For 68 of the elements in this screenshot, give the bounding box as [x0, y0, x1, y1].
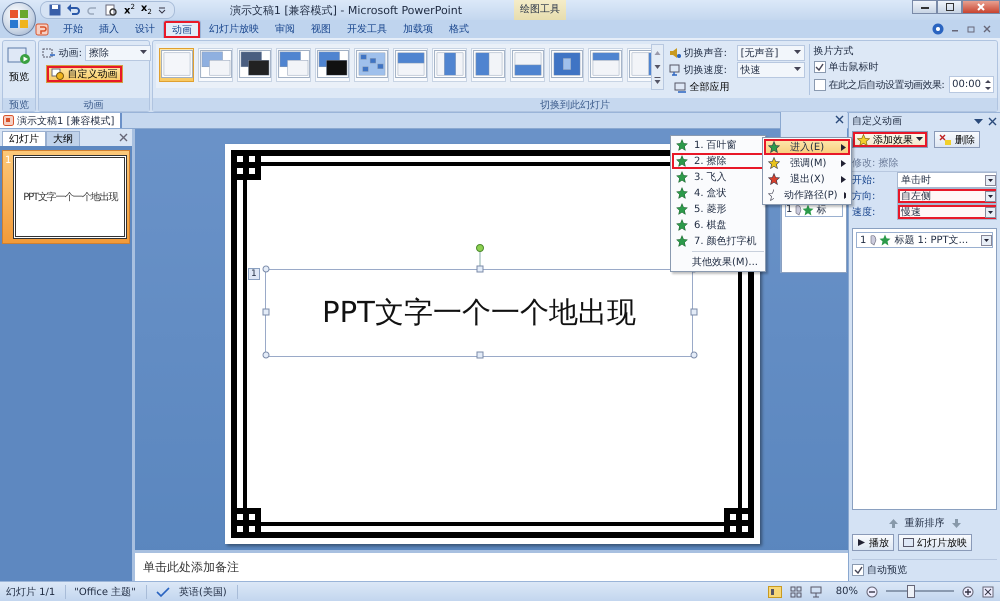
group-label: 切换到此幻灯片	[152, 98, 997, 111]
animation-order-tag: 1	[248, 268, 260, 280]
ribbon-tab[interactable]: 设计	[127, 20, 163, 38]
slide-show-button[interactable]: 幻灯片放映	[898, 534, 972, 551]
property-label: 方向:	[852, 190, 876, 203]
animation-list-item[interactable]: 1 标题 1: PPT文...	[856, 232, 993, 248]
language-indicator[interactable]: 英语(美国)	[178, 584, 238, 598]
menu-item[interactable]: 退出(X)	[764, 171, 850, 187]
property-label: 速度:	[852, 206, 876, 219]
ribbon-tab[interactable]: 开始	[55, 20, 91, 38]
ribbon-tab[interactable]: 幻灯片放映	[201, 20, 267, 38]
autopreview-checkbox[interactable]: 自动预览	[852, 559, 997, 577]
menu-item[interactable]: 5. 菱形	[672, 201, 764, 217]
group-label: 动画	[38, 98, 149, 111]
ribbon-tab[interactable]: 审阅	[267, 20, 303, 38]
menu-item[interactable]: 进入(E)	[764, 139, 850, 155]
advance-slide-heading: 换片方式	[814, 44, 854, 58]
apply-all-button[interactable]: 全部应用	[668, 79, 735, 95]
slide-title: PPT文字一个一个地出现	[322, 294, 636, 331]
add-effect-button[interactable]: 添加效果	[852, 131, 928, 148]
pane-tab[interactable]: 幻灯片	[2, 131, 46, 146]
menu-item[interactable]: 动作路径(P)	[764, 187, 850, 203]
menu-item[interactable]: 强调(M)	[764, 155, 850, 171]
notes-field[interactable]: 单击此处添加备注	[135, 550, 848, 581]
ribbon-tab[interactable]: 视图	[303, 20, 339, 38]
reorder-label: 重新排序	[904, 516, 944, 530]
group-label: 预览	[3, 98, 35, 111]
speed-dropdown[interactable]: 快速	[736, 62, 805, 78]
auto-advance-checkbox[interactable]: 在此之后自动设置动画效果:	[814, 78, 944, 92]
superscript-button[interactable]: x$^{2}$	[124, 4, 135, 16]
subscript-button[interactable]: x$_{2}$	[140, 4, 152, 16]
theme-name: "Office 主题"	[74, 584, 147, 598]
play-button[interactable]: 播放	[852, 534, 894, 551]
animation-dropdown[interactable]: 擦除	[84, 44, 151, 60]
sound-dropdown[interactable]: [无声音]	[736, 44, 805, 60]
window-title: 演示文稿1 [兼容模式] - Microsoft PowerPoint	[230, 2, 462, 18]
speed-label: 切换速度:	[684, 64, 728, 76]
animation-label: 动画:	[58, 46, 82, 60]
pane-tab[interactable]: 大纲	[46, 131, 80, 146]
menu-item[interactable]: 3. 飞入	[672, 169, 764, 185]
ribbon-tab[interactable]: 动画	[163, 20, 201, 38]
menu-item[interactable]: 其他效果(M)...	[672, 254, 764, 270]
menu-item[interactable]: 7. 颜色打字机	[672, 233, 764, 249]
menu-item[interactable]: 1. 百叶窗	[672, 137, 764, 153]
slide-counter: 幻灯片 1/1	[6, 584, 66, 598]
ribbon-tab[interactable]: 插入	[91, 20, 127, 38]
document-tab[interactable]: 演示文稿1 [兼容模式]	[0, 113, 122, 128]
preview-button[interactable]: 预览	[6, 44, 32, 86]
context-tab-label: 绘图工具	[514, 0, 566, 20]
time-spinner[interactable]: 00:00	[949, 76, 994, 93]
property-label: 开始:	[852, 174, 876, 187]
property-dropdown[interactable]: 单击时	[897, 172, 997, 188]
title-placeholder[interactable]: PPT文字一个一个地出现	[265, 269, 693, 357]
zoom-level[interactable]: 80%	[830, 586, 858, 597]
property-dropdown[interactable]: 慢速	[897, 204, 997, 220]
slide-thumbnail[interactable]: 1 PPT文字一个一个地出现	[2, 150, 130, 244]
custom-animation-button[interactable]: 自定义动画	[46, 65, 123, 83]
ribbon-tab[interactable]: 开发工具	[339, 20, 395, 38]
ribbon-tab[interactable]: 格式	[441, 20, 477, 38]
sound-label: 切换声音:	[684, 46, 728, 60]
ribbon-tab[interactable]: 加载项	[395, 20, 441, 38]
menu-item[interactable]: 6. 棋盘	[672, 217, 764, 233]
menu-item[interactable]: 4. 盒状	[672, 185, 764, 201]
property-dropdown[interactable]: 自左侧	[897, 188, 997, 204]
pane-title: 自定义动画	[852, 114, 902, 128]
menu-item[interactable]: 2. 擦除	[672, 153, 764, 169]
delete-button[interactable]: 删除	[934, 131, 980, 148]
on-click-checkbox[interactable]: 单击鼠标时	[814, 60, 879, 74]
